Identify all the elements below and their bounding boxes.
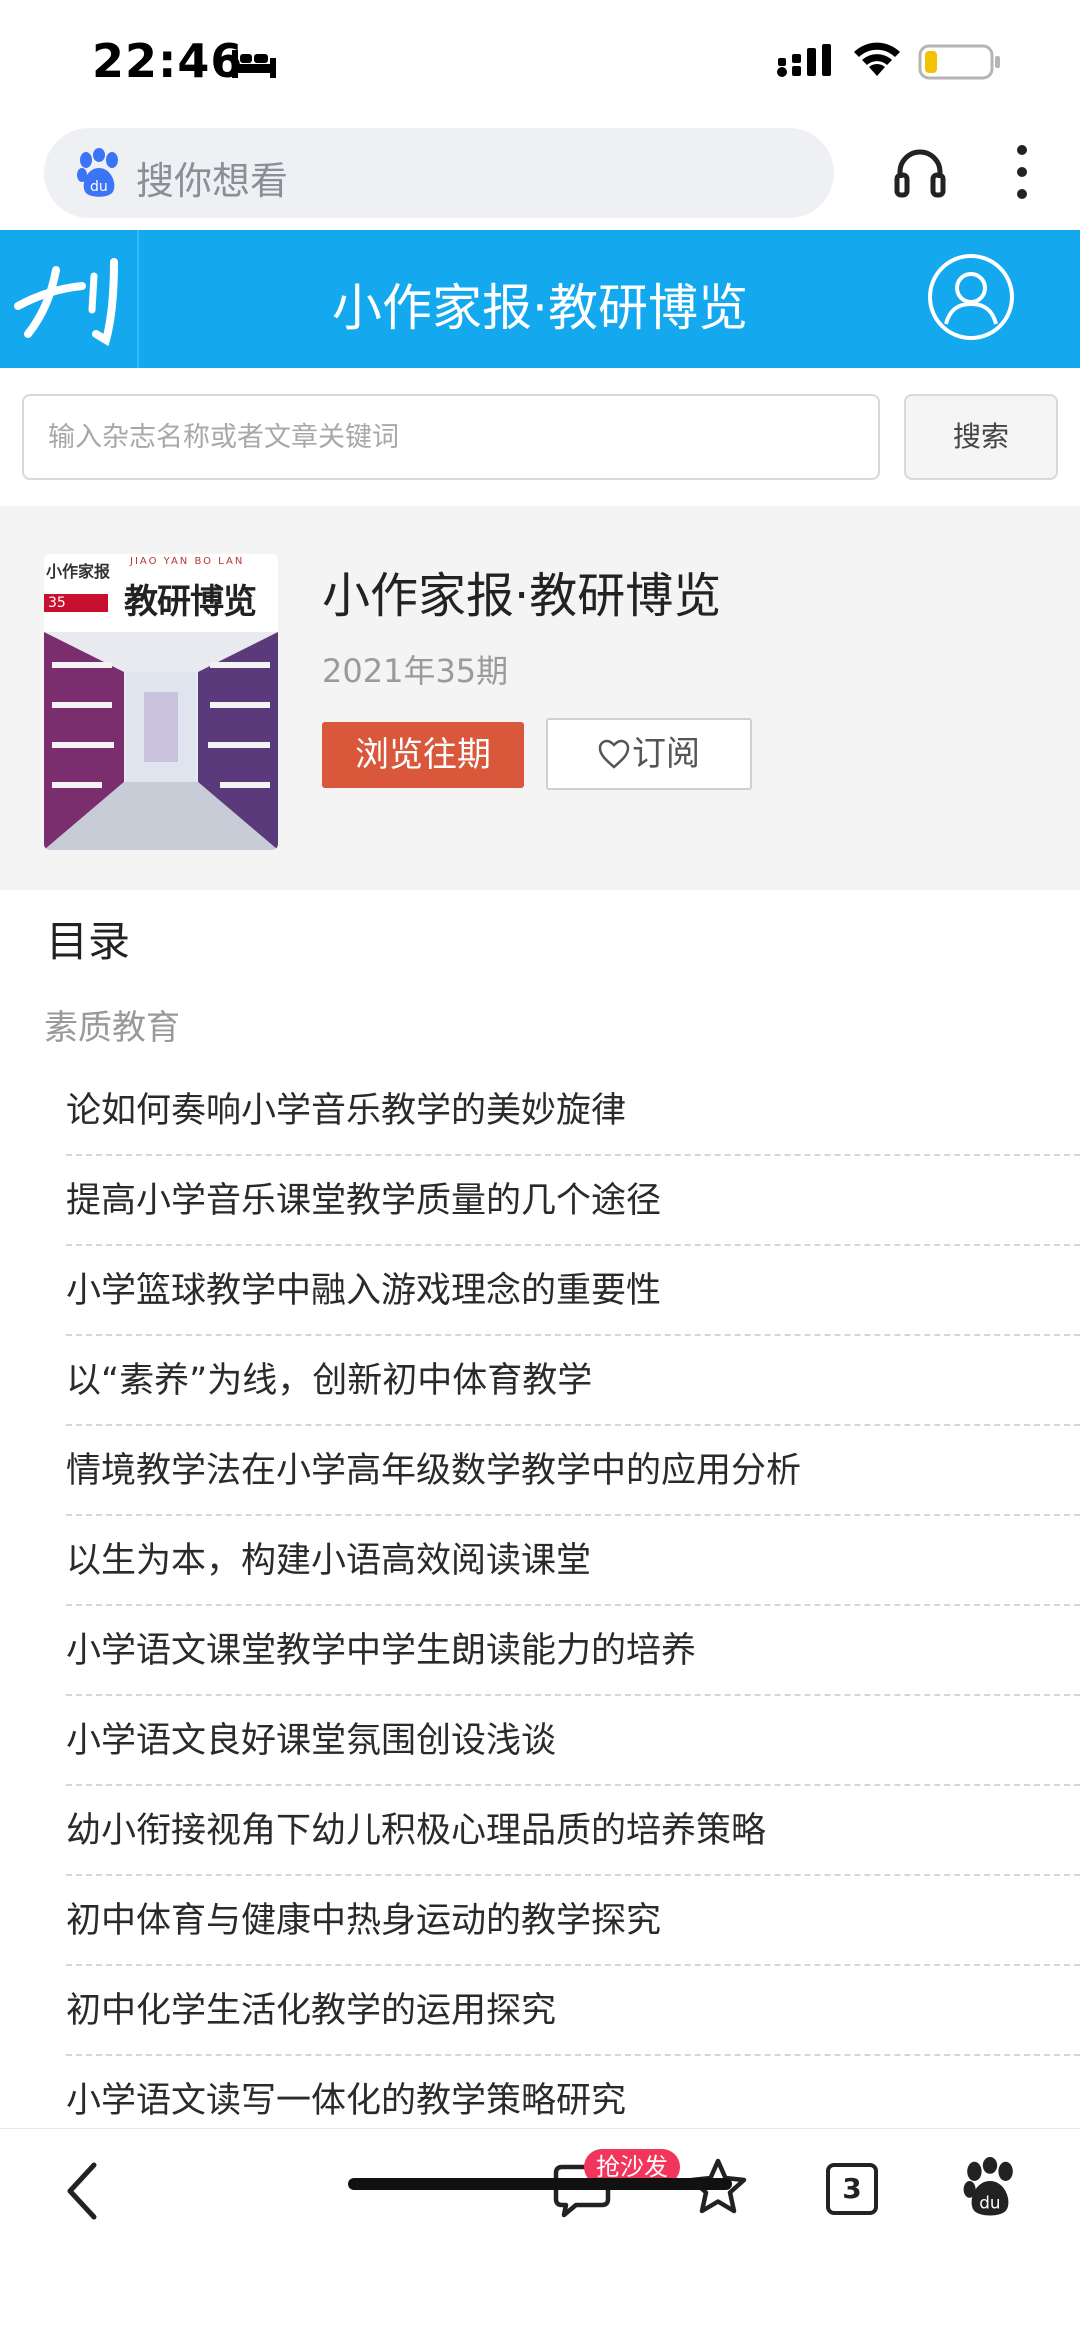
magazine-issue: 2021年35期 — [322, 652, 509, 690]
paw-icon: du — [77, 148, 118, 197]
tabs-icon[interactable]: 3 — [826, 2163, 878, 2215]
toc-item[interactable]: 提高小学音乐课堂教学质量的几个途径 — [66, 1156, 1080, 1246]
toc-item[interactable]: 幼小衔接视角下幼儿积极心理品质的培养策略 — [66, 1786, 1080, 1876]
subscribe-button[interactable]: 订阅 — [546, 718, 752, 790]
cover-issue-tag: 35 — [44, 594, 108, 612]
toc-list: 论如何奏响小学音乐教学的美妙旋律 提高小学音乐课堂教学质量的几个途径 小学篮球教… — [66, 1066, 1080, 2146]
toc-item[interactable]: 小学语文良好课堂氛围创设浅谈 — [66, 1696, 1080, 1786]
cover-title: 教研博览 — [124, 582, 257, 622]
cover-header: 小作家报 JIAO YAN BO LAN 教研博览 35 — [44, 554, 278, 632]
browser-search-placeholder: 搜你想看 — [136, 159, 289, 203]
browse-past-issues-button[interactable]: 浏览往期 — [322, 722, 524, 788]
bed-icon — [232, 50, 276, 78]
magazine-search-input[interactable] — [22, 394, 880, 480]
subscribe-label: 订阅 — [632, 734, 700, 774]
toc-item[interactable]: 小学篮球教学中融入游戏理念的重要性 — [66, 1246, 1080, 1336]
magazine-search-button[interactable]: 搜索 — [904, 394, 1058, 480]
back-icon[interactable] — [62, 2159, 102, 2223]
magazine-info: 小作家报 JIAO YAN BO LAN 教研博览 35 小作家报·教研博览 2… — [0, 506, 1080, 890]
browser-search-box[interactable]: du 搜你想看 — [44, 128, 834, 218]
headphone-icon[interactable] — [892, 144, 948, 200]
toc-item[interactable]: 论如何奏响小学音乐教学的美妙旋律 — [66, 1066, 1080, 1156]
svg-text:du: du — [979, 2193, 1000, 2213]
home-indicator — [348, 2178, 732, 2190]
bottom-toolbar: 抢沙发 3 du — [0, 2128, 1080, 2338]
user-icon[interactable] — [926, 252, 1016, 342]
toc-item[interactable]: 初中化学生活化教学的运用探究 — [66, 1966, 1080, 2056]
baidu-icon[interactable]: du — [962, 2157, 1018, 2217]
cover-pinyin: JIAO YAN BO LAN — [130, 556, 245, 567]
toc-item[interactable]: 初中体育与健康中热身运动的教学探究 — [66, 1876, 1080, 1966]
status-time: 22:46 — [92, 34, 244, 88]
magazine-cover[interactable]: 小作家报 JIAO YAN BO LAN 教研博览 35 — [44, 554, 278, 850]
cover-brand: 小作家报 — [46, 562, 111, 581]
wifi-icon — [854, 42, 900, 76]
signal-icon — [777, 44, 831, 77]
browser-bar: du 搜你想看 — [0, 120, 1080, 230]
toc-item[interactable]: 情境教学法在小学高年级数学教学中的应用分析 — [66, 1426, 1080, 1516]
site-title: 小作家报·教研博览 — [332, 279, 748, 337]
heart-icon — [598, 739, 630, 769]
battery-icon — [918, 44, 1000, 80]
site-header: 小作家报·教研博览 — [0, 230, 1080, 368]
more-icon[interactable] — [1012, 142, 1032, 202]
status-bar: 22:46 — [0, 0, 1080, 120]
svg-text:du: du — [90, 179, 108, 195]
cover-photo — [44, 632, 278, 850]
magazine-search-bar: 搜索 — [0, 368, 1080, 506]
toc-section-title: 素质教育 — [44, 1008, 180, 1048]
toc-item[interactable]: 以“素养”为线，创新初中体育教学 — [66, 1336, 1080, 1426]
toc-item[interactable]: 小学语文课堂教学中学生朗读能力的培养 — [66, 1606, 1080, 1696]
toc-item[interactable]: 以生为本，构建小语高效阅读课堂 — [66, 1516, 1080, 1606]
magazine-name: 小作家报·教研博览 — [322, 568, 722, 624]
toc-heading: 目录 — [46, 917, 131, 966]
